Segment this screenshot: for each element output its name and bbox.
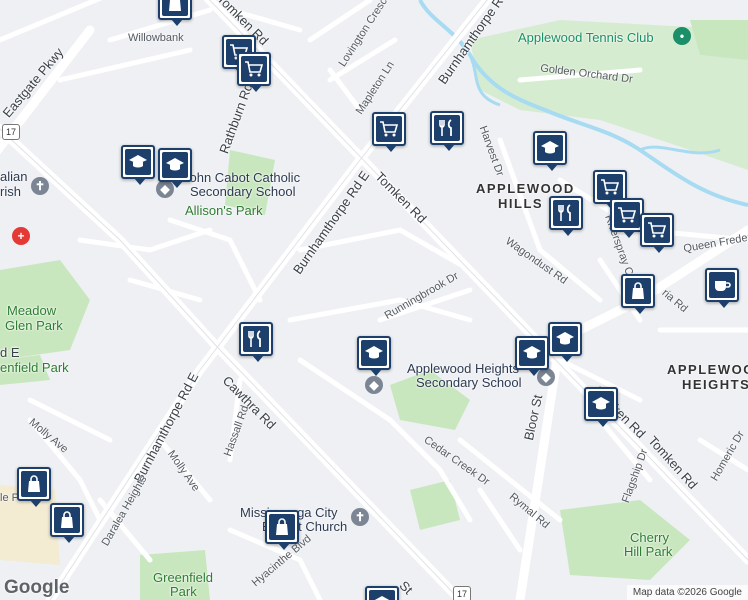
school-marker[interactable] [158, 148, 192, 188]
shopping-bag-marker[interactable] [265, 510, 299, 550]
shopping-bag-icon [28, 475, 40, 492]
meadow-glen-park-label-2[interactable]: Glen Park [5, 318, 63, 333]
school-pin-icon[interactable]: ◆ [365, 376, 383, 394]
shopping-bag-icon [632, 282, 644, 299]
left-partial-label-1: alian [0, 169, 28, 184]
shopping-bag-marker[interactable] [17, 467, 51, 507]
school-icon [556, 332, 574, 345]
restaurant-icon [248, 330, 261, 347]
shopping-bag-icon [276, 518, 288, 535]
grocery-cart-icon [601, 179, 620, 195]
left-partial-label-2: rish [0, 184, 21, 199]
applewood-secondary-label-1[interactable]: Applewood Heights [407, 361, 519, 376]
grocery-cart-icon [380, 121, 399, 137]
restaurant-icon [439, 119, 452, 136]
shopping-bag-icon [61, 511, 73, 528]
school-icon [166, 158, 184, 171]
map-attribution[interactable]: Map data ©2026 Google [626, 585, 748, 600]
grocery-cart-icon [648, 222, 667, 238]
applewood-secondary-label-2[interactable]: Secondary School [416, 375, 522, 390]
cherry-hill-park-label-1[interactable]: Cherry [630, 530, 669, 545]
greenfield-park-label-1[interactable]: Greenfield [153, 570, 213, 585]
school-marker[interactable] [515, 336, 549, 376]
church-pin-icon[interactable]: ✝ [31, 177, 49, 195]
greenfield-park-label-2[interactable]: Park [170, 584, 197, 599]
applewood-hills-label-1: APPLEWOOD [476, 181, 575, 196]
cafe-icon [715, 281, 731, 291]
school-icon [129, 155, 147, 168]
restaurant-marker[interactable] [549, 196, 583, 236]
grocery-cart-marker[interactable] [372, 112, 406, 152]
school-marker[interactable] [584, 387, 618, 427]
cherry-hill-park-label-2[interactable]: Hill Park [624, 544, 672, 559]
fenfield-park-label[interactable]: enfield Park [0, 360, 69, 375]
grocery-cart-icon [618, 207, 637, 223]
school-marker[interactable] [365, 586, 399, 600]
shopping-bag-icon [169, 0, 181, 11]
school-marker[interactable] [121, 145, 155, 185]
restaurant-marker[interactable] [430, 111, 464, 151]
applewood-hills-label-2: HILLS [498, 196, 544, 211]
grocery-cart-marker[interactable] [237, 52, 271, 92]
restaurant-marker[interactable] [239, 322, 273, 362]
school-icon [365, 346, 383, 359]
route-17-shield-top: 17 [2, 124, 20, 140]
meadow-glen-park-label-1[interactable]: Meadow [7, 303, 56, 318]
john-cabot-school-label-2[interactable]: Secondary School [190, 184, 296, 199]
shopping-bag-marker[interactable] [621, 274, 655, 314]
school-marker[interactable] [548, 322, 582, 362]
church-pin-icon[interactable]: ✝ [351, 508, 369, 526]
school-marker[interactable] [533, 131, 567, 171]
applewood-heights-label-2: HEIGHTS [682, 377, 748, 392]
shopping-bag-marker[interactable] [158, 0, 192, 26]
grocery-cart-marker[interactable] [610, 198, 644, 238]
grocery-cart-icon [245, 61, 264, 77]
school-icon [541, 141, 559, 154]
applewood-tennis-club-label[interactable]: Applewood Tennis Club [518, 30, 654, 45]
school-icon [592, 397, 610, 410]
rd-e-left-label: d E [0, 345, 20, 360]
cafe-marker[interactable] [705, 268, 739, 308]
school-icon [374, 596, 390, 600]
school-marker[interactable] [357, 336, 391, 376]
willowbank-street-label: Willowbank [128, 32, 184, 44]
grocery-cart-marker[interactable] [640, 213, 674, 253]
route-17-shield-bottom: 17 [453, 586, 471, 600]
google-logo: Google [4, 577, 70, 598]
tennis-club-pin-icon[interactable]: • [673, 27, 691, 45]
shopping-bag-marker[interactable] [50, 503, 84, 543]
map-canvas[interactable]: Willowbank Tomken Rd Burnhamthorpe Rd E … [0, 0, 748, 600]
restaurant-icon [558, 204, 571, 221]
allisons-park-label[interactable]: Allison's Park [185, 203, 263, 218]
applewood-heights-label-1: APPLEWOOD [667, 362, 748, 377]
school-icon [523, 346, 541, 359]
hospital-pin-icon[interactable]: + [12, 227, 30, 245]
john-cabot-school-label-1[interactable]: John Cabot Catholic [183, 170, 300, 185]
